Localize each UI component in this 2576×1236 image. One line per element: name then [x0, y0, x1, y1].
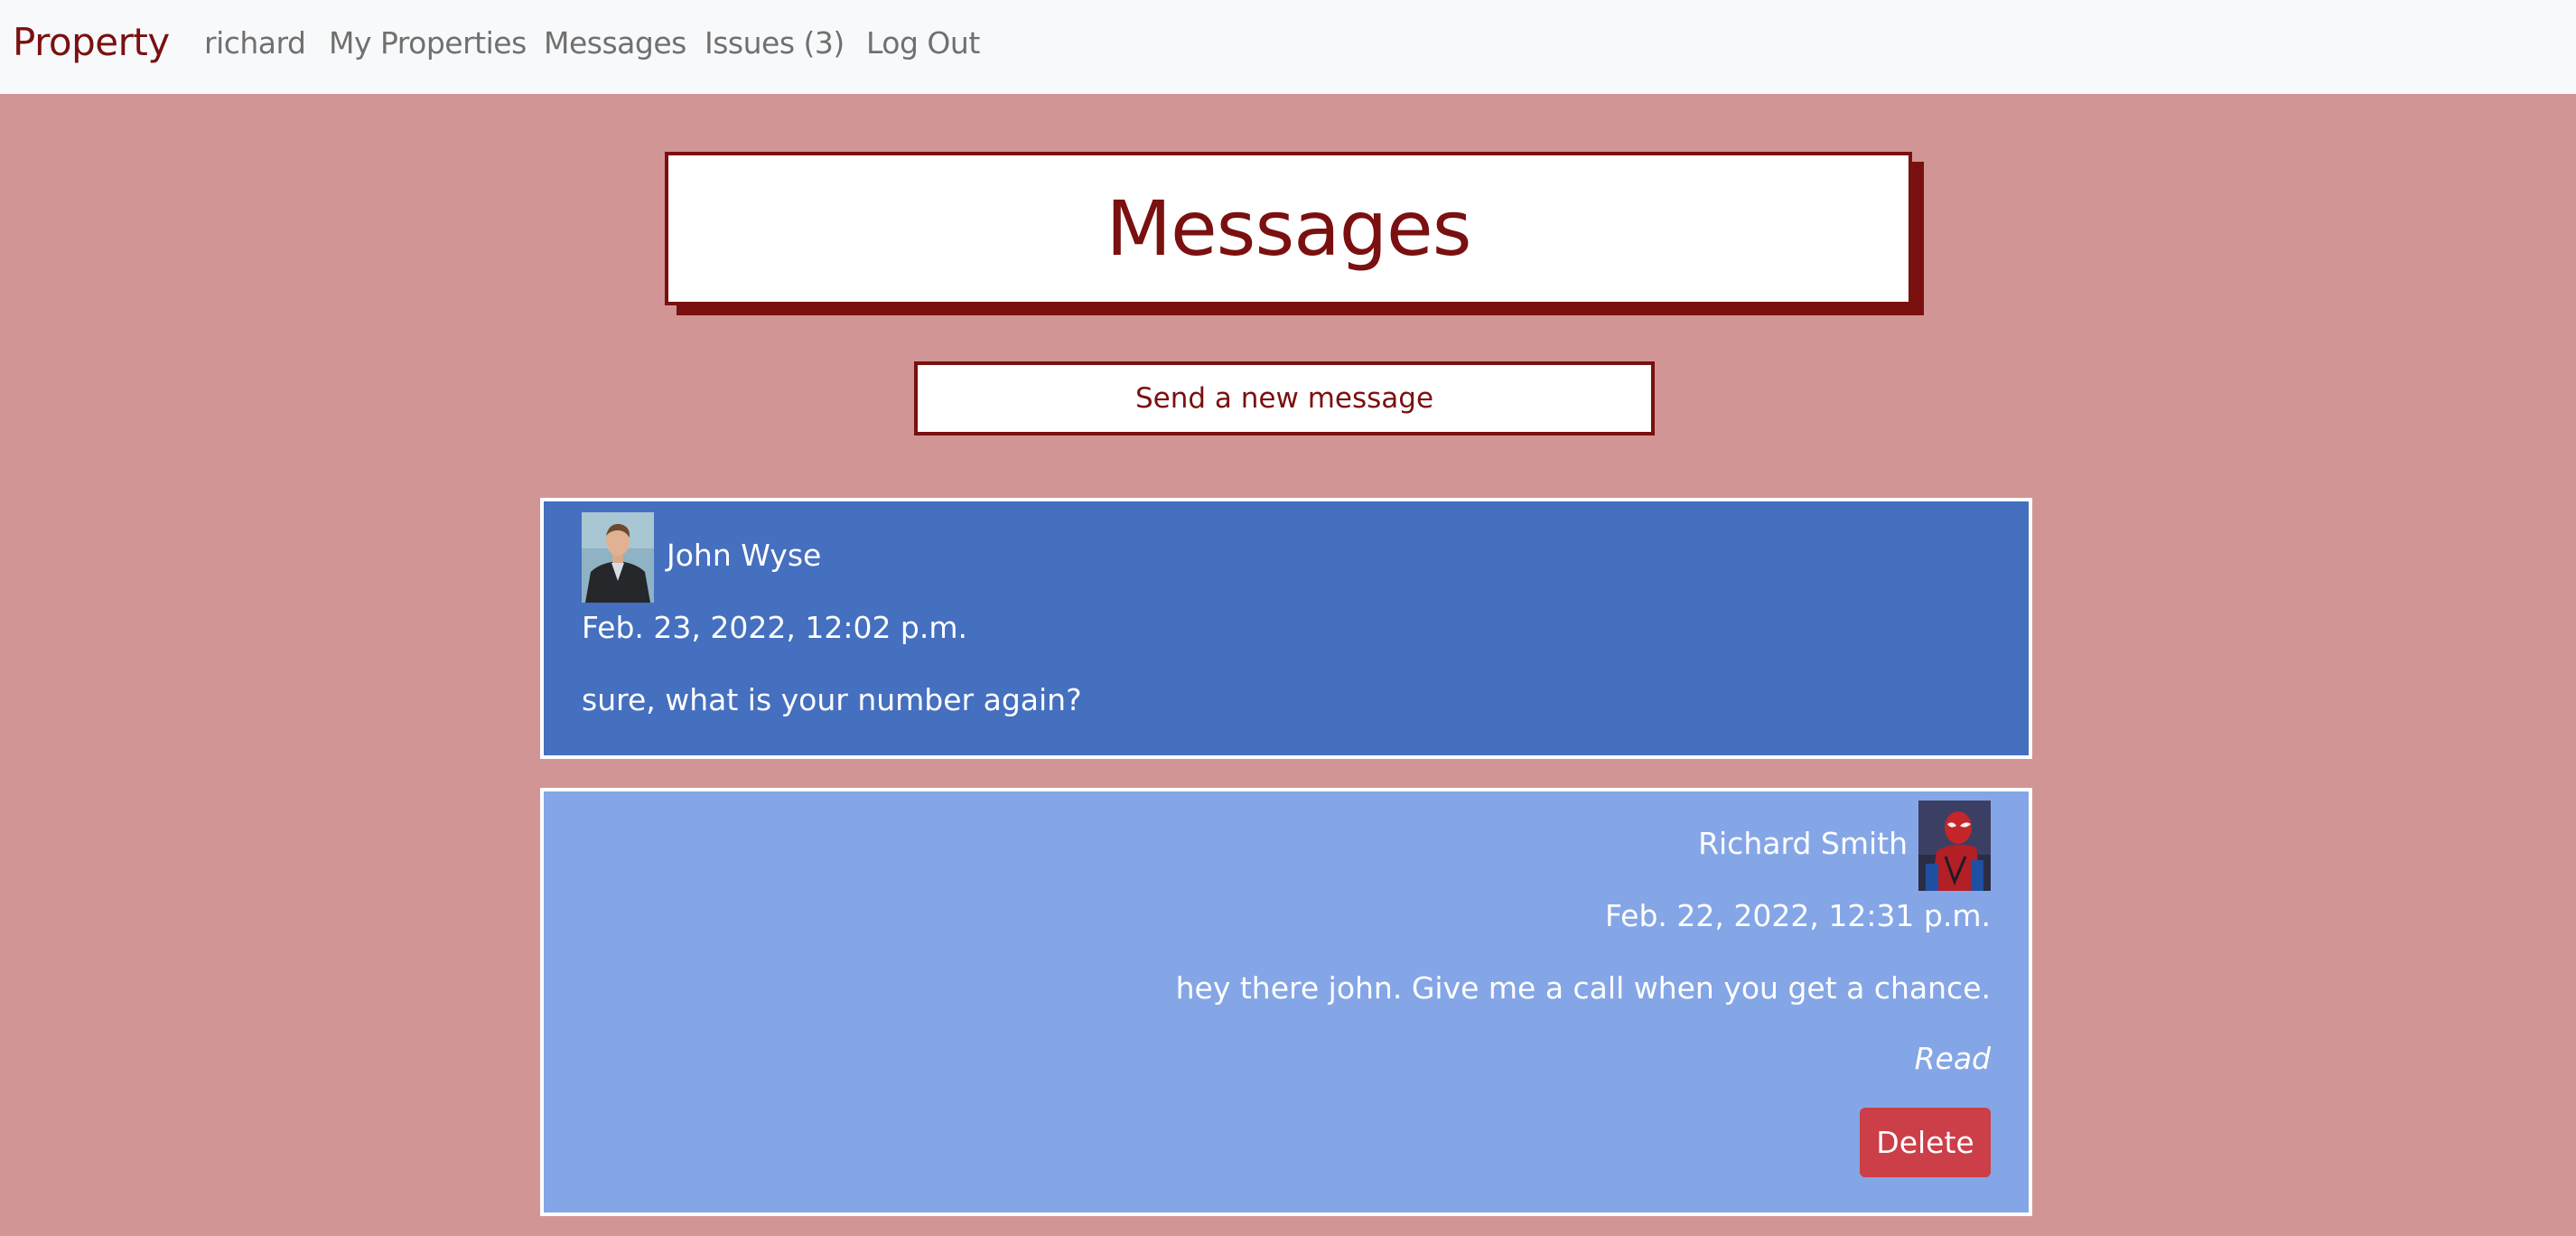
brand-link[interactable]: Property [13, 20, 170, 64]
page-title-card: Messages [665, 152, 1912, 305]
delete-message-button[interactable]: Delete [1860, 1108, 1991, 1177]
nav-link-log-out[interactable]: Log Out [866, 25, 980, 61]
message-sender: John Wyse [667, 538, 822, 573]
spider-hero-avatar-icon [1918, 801, 1991, 891]
message-sender: Richard Smith [1698, 826, 1908, 861]
person-photo-icon [582, 512, 654, 603]
nav-link-messages[interactable]: Messages [544, 25, 686, 61]
avatar-john-wyse [582, 512, 654, 603]
page-title: Messages [1106, 184, 1472, 273]
nav-link-my-properties[interactable]: My Properties [329, 25, 527, 61]
nav-link-issues[interactable]: Issues (3) [705, 25, 845, 61]
message-timestamp: Feb. 22, 2022, 12:31 p.m. [1604, 898, 1991, 933]
message-card-sent: Richard Smith Feb. 22, 2022, 12:31 p.m. … [540, 788, 2032, 1216]
message-card-received: John Wyse Feb. 23, 2022, 12:02 p.m. sure… [540, 498, 2032, 759]
send-new-message-button[interactable]: Send a new message [914, 361, 1655, 435]
message-timestamp: Feb. 23, 2022, 12:02 p.m. [582, 610, 968, 645]
message-body: sure, what is your number again? [582, 682, 1082, 717]
read-status: Read [1914, 1041, 1991, 1076]
message-body: hey there john. Give me a call when you … [1175, 970, 1991, 1006]
navbar: Property richard My Properties Messages … [0, 0, 2576, 94]
avatar-richard-smith [1918, 801, 1991, 891]
nav-link-user[interactable]: richard [204, 25, 306, 61]
